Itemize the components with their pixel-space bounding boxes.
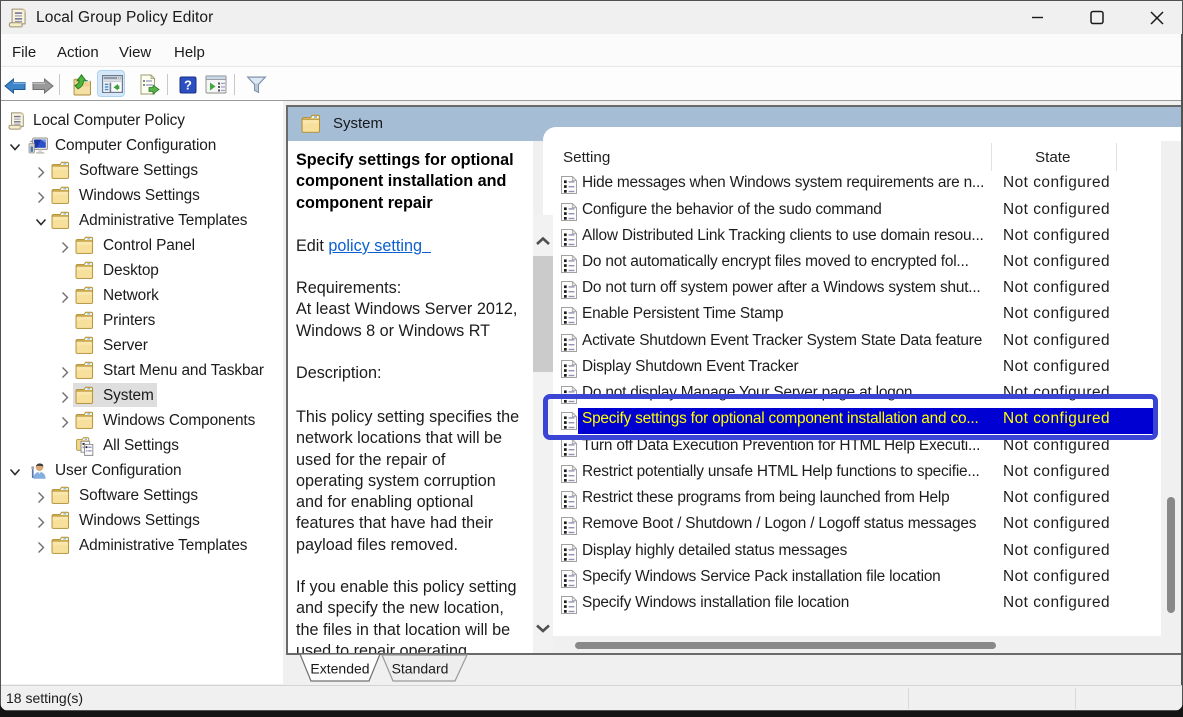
svg-text:Standard: Standard	[392, 661, 449, 677]
svg-text:?: ?	[184, 78, 192, 93]
svg-text:Extended: Extended	[310, 661, 369, 677]
